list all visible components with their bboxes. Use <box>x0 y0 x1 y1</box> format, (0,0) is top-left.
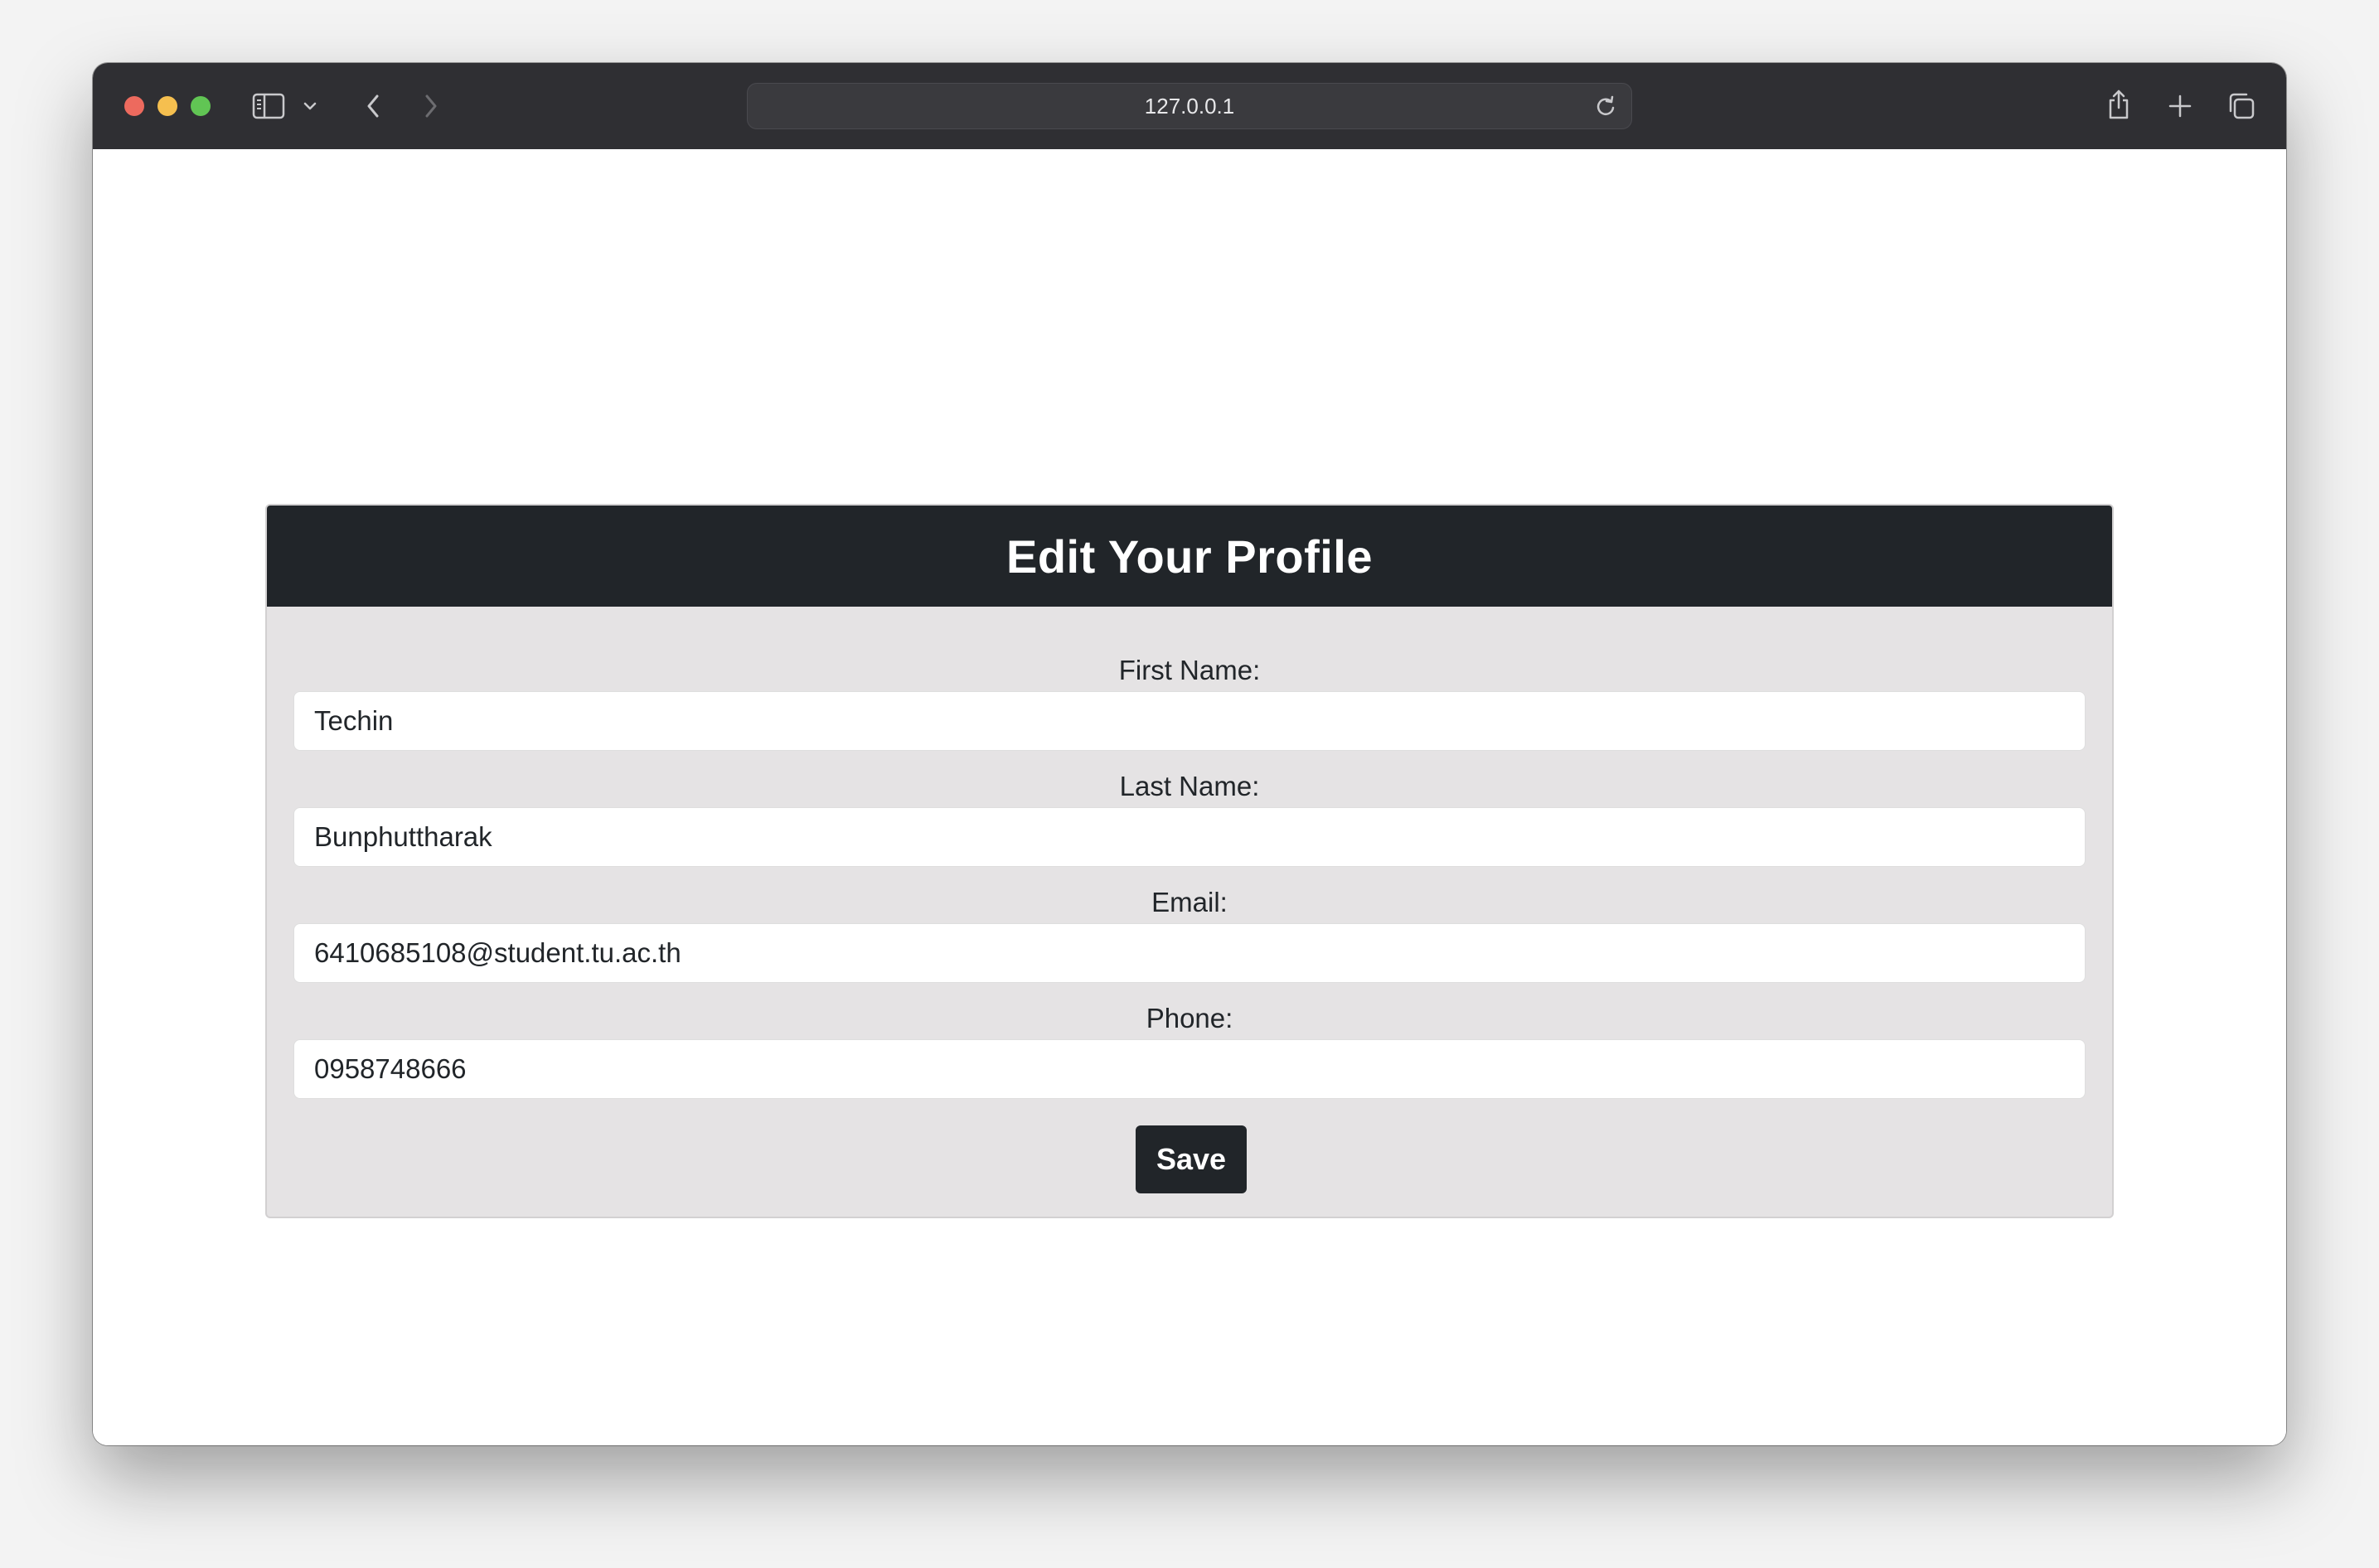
reload-icon[interactable] <box>1592 92 1620 120</box>
phone-input[interactable] <box>293 1039 2086 1099</box>
maximize-window-button[interactable] <box>191 96 211 116</box>
browser-toolbar: 127.0.0.1 <box>93 63 2286 150</box>
address-bar[interactable]: 127.0.0.1 <box>747 83 1632 129</box>
page-title: Edit Your Profile <box>1005 530 1374 583</box>
minimize-window-button[interactable] <box>157 96 177 116</box>
last-name-label: Last Name: <box>1119 771 1260 801</box>
chevron-right-icon[interactable] <box>414 90 448 123</box>
profile-card: Edit Your Profile First Name: Last Name:… <box>265 504 2114 1218</box>
close-window-button[interactable] <box>124 96 144 116</box>
card-header: Edit Your Profile <box>267 506 2112 607</box>
first-name-input[interactable] <box>293 691 2086 751</box>
save-button[interactable]: Save <box>1136 1125 1247 1193</box>
sidebar-icon[interactable] <box>250 90 287 123</box>
plus-icon[interactable] <box>2163 90 2197 123</box>
tabs-icon[interactable] <box>2223 88 2260 124</box>
url-text: 127.0.0.1 <box>1144 93 1235 119</box>
first-name-label: First Name: <box>1118 655 1261 685</box>
phone-label: Phone: <box>1146 1003 1233 1033</box>
page-content: Edit Your Profile First Name: Last Name:… <box>93 149 2286 1445</box>
email-label: Email: <box>1151 887 1228 917</box>
last-name-input[interactable] <box>293 807 2086 867</box>
browser-window: 127.0.0.1 Edit Your Profile First Name: … <box>93 63 2286 1445</box>
share-icon[interactable] <box>2102 86 2135 123</box>
email-input[interactable] <box>293 923 2086 983</box>
chevron-down-icon[interactable] <box>300 96 320 116</box>
chevron-left-icon[interactable] <box>356 90 390 123</box>
